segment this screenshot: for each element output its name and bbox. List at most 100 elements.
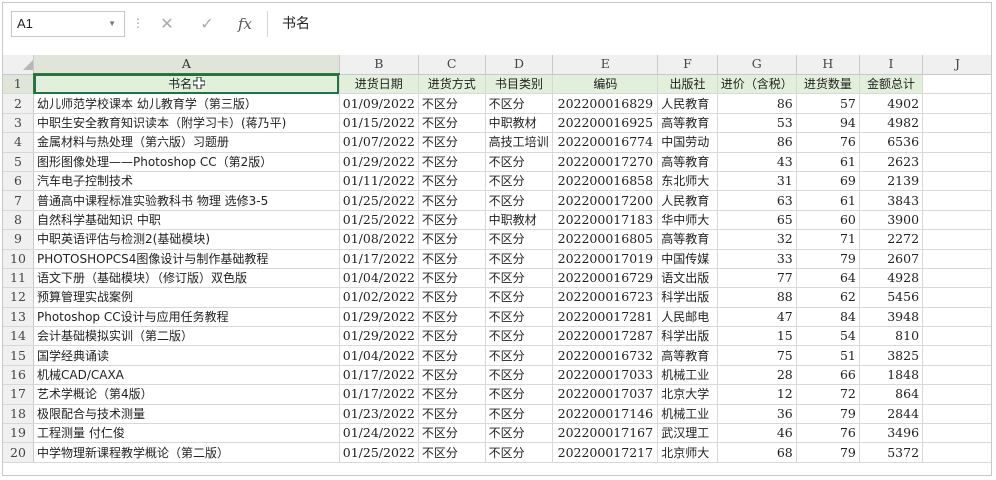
- cell-total[interactable]: 4982: [859, 113, 924, 134]
- cell-category[interactable]: 不区分: [485, 171, 554, 192]
- cell-date[interactable]: 01/29/2022: [339, 307, 419, 328]
- cell-date[interactable]: 01/07/2022: [339, 132, 419, 153]
- cell-empty[interactable]: [922, 249, 991, 269]
- header-price[interactable]: 进价（含税）: [717, 74, 797, 95]
- cell-method[interactable]: 不区分: [418, 93, 486, 114]
- cell-publisher[interactable]: 人民教育: [657, 93, 718, 114]
- column-header-e[interactable]: E: [552, 55, 659, 75]
- cell-method[interactable]: 不区分: [418, 249, 486, 269]
- row-header[interactable]: 3: [3, 113, 34, 134]
- cell-empty[interactable]: [922, 307, 991, 328]
- cell-title[interactable]: 国学经典诵读: [33, 345, 340, 366]
- cell-publisher[interactable]: 机械工业: [657, 365, 718, 386]
- cell-price[interactable]: 63: [717, 190, 797, 211]
- cell-price[interactable]: 12: [717, 384, 797, 405]
- column-header-b[interactable]: B: [339, 55, 419, 75]
- select-all-corner[interactable]: [3, 55, 34, 75]
- cell-title[interactable]: 艺术学概论（第4版）: [33, 384, 340, 405]
- cell-title[interactable]: 预算管理实战案例: [33, 287, 340, 308]
- column-header-d[interactable]: D: [485, 55, 554, 75]
- cell-title[interactable]: 普通高中课程标准实验教科书 物理 选修3-5: [33, 190, 340, 211]
- cell-price[interactable]: 43: [717, 152, 797, 172]
- cell-category[interactable]: 不区分: [485, 287, 554, 308]
- cell-total[interactable]: 3825: [859, 345, 924, 366]
- row-header[interactable]: 7: [3, 190, 34, 211]
- cell-title[interactable]: 汽车电子控制技术: [33, 171, 340, 192]
- cell-method[interactable]: 不区分: [418, 210, 486, 231]
- cell-code[interactable]: 202200016732: [552, 345, 659, 366]
- column-header-c[interactable]: C: [418, 55, 486, 75]
- cell-total[interactable]: 1848: [859, 365, 924, 386]
- cell-price[interactable]: 68: [717, 442, 797, 463]
- cell-total[interactable]: 2844: [859, 404, 924, 425]
- row-header[interactable]: 11: [3, 268, 34, 289]
- cell-category[interactable]: 中职教材: [485, 210, 554, 231]
- cell-a1-title-header[interactable]: 书名: [33, 74, 340, 95]
- cell-empty[interactable]: [922, 384, 991, 405]
- cell-total[interactable]: 5372: [859, 442, 924, 463]
- cell-method[interactable]: 不区分: [418, 268, 486, 289]
- cell-price[interactable]: 36: [717, 404, 797, 425]
- cell-total[interactable]: 2139: [859, 171, 924, 192]
- cell-date[interactable]: 01/02/2022: [339, 287, 419, 308]
- header-category[interactable]: 书目类别: [485, 74, 554, 95]
- cell-code[interactable]: 202200017146: [552, 404, 659, 425]
- cell-price[interactable]: 86: [717, 93, 797, 114]
- cell-title[interactable]: 机械CAD/CAXA: [33, 365, 340, 386]
- cell-qty[interactable]: 62: [796, 287, 860, 308]
- cell-code[interactable]: 202200017019: [552, 249, 659, 269]
- cell-publisher[interactable]: 人民教育: [657, 190, 718, 211]
- cell-publisher[interactable]: 武汉理工: [657, 423, 718, 444]
- cell-title[interactable]: 金属材料与热处理（第六版）习题册: [33, 132, 340, 153]
- cell-publisher[interactable]: 科学出版: [657, 326, 718, 347]
- cell-code[interactable]: 202200016774: [552, 132, 659, 153]
- cell-total[interactable]: 3900: [859, 210, 924, 231]
- cell-date[interactable]: 01/29/2022: [339, 152, 419, 172]
- cell-date[interactable]: 01/23/2022: [339, 404, 419, 425]
- cell-publisher[interactable]: 北京大学: [657, 384, 718, 405]
- row-header[interactable]: 6: [3, 171, 34, 192]
- header-date[interactable]: 进货日期: [339, 74, 419, 95]
- cell-qty[interactable]: 61: [796, 190, 860, 211]
- cell-title[interactable]: 语文下册（基础模块）（修订版）双色版: [33, 268, 340, 289]
- cell-method[interactable]: 不区分: [418, 287, 486, 308]
- cell-date[interactable]: 01/15/2022: [339, 113, 419, 134]
- cell-code[interactable]: 202200017183: [552, 210, 659, 231]
- cell-category[interactable]: 不区分: [485, 268, 554, 289]
- cell-total[interactable]: 5456: [859, 287, 924, 308]
- cell-total[interactable]: 810: [859, 326, 924, 347]
- cell-date[interactable]: 01/17/2022: [339, 384, 419, 405]
- cell-total[interactable]: 3496: [859, 423, 924, 444]
- cell-qty[interactable]: 84: [796, 307, 860, 328]
- cell-qty[interactable]: 64: [796, 268, 860, 289]
- cell-price[interactable]: 88: [717, 287, 797, 308]
- cell-method[interactable]: 不区分: [418, 113, 486, 134]
- cell-empty[interactable]: [922, 326, 991, 347]
- cell-total[interactable]: 2607: [859, 249, 924, 269]
- cell-title[interactable]: 会计基础模拟实训（第二版）: [33, 326, 340, 347]
- cell-category[interactable]: 中职教材: [485, 113, 554, 134]
- formula-input[interactable]: 书名: [267, 11, 987, 37]
- cell-empty[interactable]: [922, 423, 991, 444]
- cell-price[interactable]: 86: [717, 132, 797, 153]
- cell-code[interactable]: 202200017167: [552, 423, 659, 444]
- cell-date[interactable]: 01/09/2022: [339, 93, 419, 114]
- row-header[interactable]: 17: [3, 384, 34, 405]
- cell-empty[interactable]: [922, 190, 991, 211]
- cell-price[interactable]: 28: [717, 365, 797, 386]
- cell-date[interactable]: 01/08/2022: [339, 229, 419, 250]
- row-header[interactable]: 10: [3, 249, 34, 269]
- cell-date[interactable]: 01/04/2022: [339, 345, 419, 366]
- cell-date[interactable]: 01/25/2022: [339, 210, 419, 231]
- cell-total[interactable]: 3948: [859, 307, 924, 328]
- cell-j1[interactable]: [922, 74, 991, 95]
- cell-title[interactable]: 幼儿师范学校课本 幼儿教育学（第三版）: [33, 93, 340, 114]
- cell-empty[interactable]: [922, 113, 991, 134]
- cell-date[interactable]: 01/25/2022: [339, 190, 419, 211]
- row-header[interactable]: 14: [3, 326, 34, 347]
- name-box[interactable]: A1 ▼: [11, 11, 125, 37]
- cell-price[interactable]: 77: [717, 268, 797, 289]
- cell-total[interactable]: 3843: [859, 190, 924, 211]
- cell-code[interactable]: 202200017033: [552, 365, 659, 386]
- cell-method[interactable]: 不区分: [418, 132, 486, 153]
